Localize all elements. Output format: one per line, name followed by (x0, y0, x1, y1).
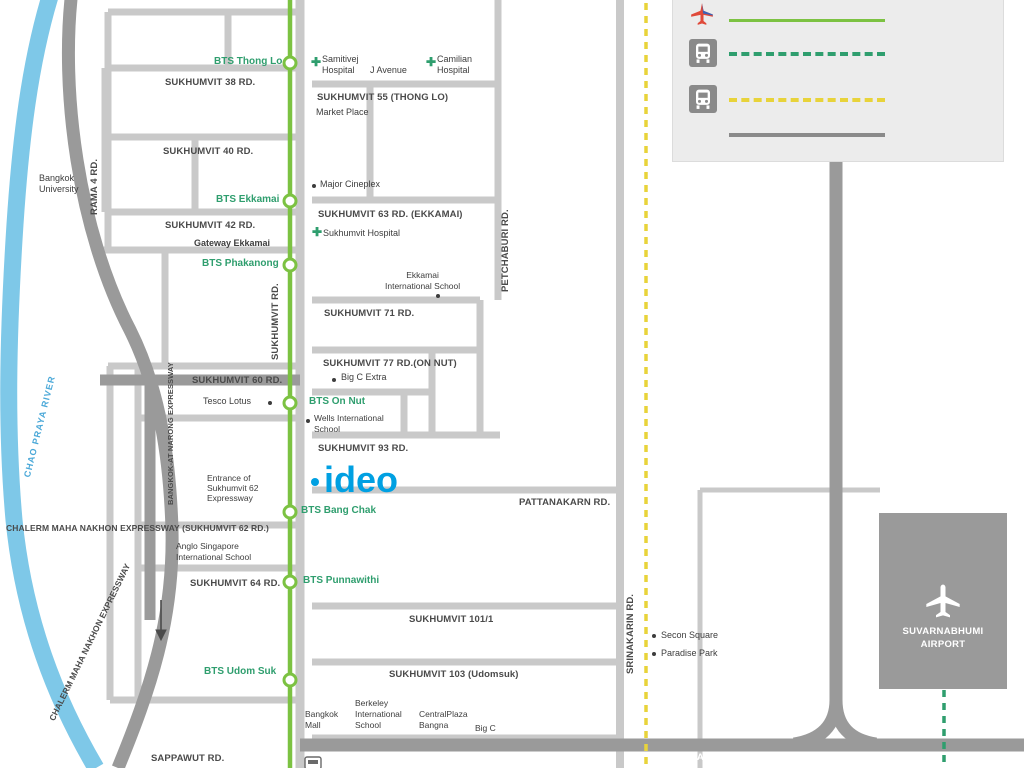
airplane-icon (687, 1, 717, 27)
road-label-pattanakarn: PATTANAKARN RD. (519, 497, 611, 508)
bts-station-label-on-nut[interactable]: BTS On Nut (309, 396, 365, 407)
bts-station-label-udom-suk[interactable]: BTS Udom Suk (204, 666, 276, 677)
road-label-rama-4: RAMA 4 RD. (89, 158, 100, 215)
road-label-burapha-withi: BURAPHA WITHI EXPRESSWAY (676, 752, 824, 763)
poi-wells-international-school: Wells International School (314, 413, 384, 434)
hospital-icon: ✚ (311, 55, 322, 69)
legend-line-monorail (729, 98, 885, 102)
road-label-sukhumvit-93: SUKHUMVIT 93 RD. (318, 443, 409, 454)
road-label-sukhumvit-38: SUKHUMVIT 38 RD. (165, 77, 256, 88)
poi-samitivej-hospital: Samitivej Hospital (322, 54, 359, 75)
bts-station-label-punnawithi[interactable]: BTS Punnawithi (303, 575, 379, 586)
poi-sukhumvit-hospital: Sukhumvit Hospital (323, 228, 401, 238)
road-label-sukhumvit-42: SUKHUMVIT 42 RD. (165, 220, 256, 231)
poi-paradise-park: Paradise Park (661, 648, 718, 658)
poi-ekkamai-international-school: Ekkamai International School (385, 270, 461, 291)
road-label-sukhumvit-71: SUKHUMVIT 71 RD. (324, 308, 415, 319)
ideo-project-logo: ideo (306, 458, 434, 505)
poi-market-place: Market Place (316, 107, 369, 117)
road-label-sukhumvit-40: SUKHUMVIT 40 RD. (163, 146, 254, 157)
road-label-sukhumvit-63: SUKHUMVIT 63 RD. (EKKAMAI) (318, 209, 463, 220)
legend-line-expressway (729, 133, 885, 137)
bts-station-label-phakanong[interactable]: BTS Phakanong (202, 258, 279, 269)
bts-station-label-ekkamai[interactable]: BTS Ekkamai (216, 194, 279, 205)
poi-bangkok-mall: Bangkok Mall (305, 709, 339, 730)
poi-anglo-singapore-international-school: Anglo Singapore International School (176, 541, 252, 562)
train-icon (689, 39, 717, 67)
poi-camilian-hospital: Camilian Hospital (437, 54, 473, 75)
road-label-srinakarin: SRINAKARIN RD. (625, 593, 636, 674)
suvarnabhumi-airport-block: SUVARNABHUMI AIRPORT (879, 513, 1007, 689)
road-label-sappawut: SAPPAWUT RD. (151, 753, 225, 764)
poi-dot (332, 378, 336, 382)
poi-dot (312, 184, 316, 188)
poi-secon-square: Secon Square (661, 630, 719, 640)
poi-berkeley-international-school: Berkeley International School (355, 698, 402, 730)
airport-name-line2: AIRPORT (920, 639, 966, 650)
poi-major-cineplex: Major Cineplex (320, 179, 381, 189)
road-label-sukhumvit-64: SUKHUMVIT 64 RD. (190, 578, 281, 589)
airport-name-line1: SUVARNABHUMI (902, 626, 984, 637)
train-icon (689, 85, 717, 113)
hospital-icon: ✚ (426, 55, 437, 69)
train-marker-icon (304, 756, 322, 768)
road-label-chalerm-maha-nakhon-sukhumvit-62: CHALERM MAHA NAKHON EXPRESSWAY (SUKHUMVI… (6, 523, 269, 533)
road-label-petchaburi: PETCHABURI RD. (500, 209, 511, 292)
poi-big-c-extra: Big C Extra (341, 372, 387, 382)
poi-gateway-ekkamai: Gateway Ekkamai (194, 238, 271, 248)
road-label-sukhumvit-55: SUKHUMVIT 55 (THONG LO) (317, 92, 449, 103)
poi-big-c: Big C (475, 723, 496, 733)
poi-dot (268, 401, 272, 405)
poi-centralplaza-bangna: CentralPlaza Bangna (419, 709, 468, 730)
poi-dot (652, 634, 656, 638)
poi-dot (436, 294, 440, 298)
poi-dot (652, 652, 656, 656)
road-label-sukhumvit-rd: SUKHUMVIT RD. (270, 283, 281, 360)
poi-j-avenue: J Avenue (370, 65, 407, 75)
poi-dot (306, 419, 310, 423)
bts-station-label-bang-chak[interactable]: BTS Bang Chak (301, 505, 376, 516)
bts-station-label-thong-lo[interactable]: BTS Thong Lo (214, 56, 282, 67)
poi-tesco-lotus: Tesco Lotus (203, 396, 252, 406)
legend-line-light-rail (729, 52, 885, 56)
airport-name: SUVARNABHUMI AIRPORT (879, 625, 1007, 651)
poi-bangkok-university: Bangkok University (39, 173, 79, 194)
map-legend: BTS Extension Line (Samrong-Samutprakran… (672, 0, 1004, 162)
airplane-icon (923, 581, 963, 626)
road-label-sukhumvit-101-1: SUKHUMVIT 101/1 (409, 614, 494, 625)
legend-line-bts-extension (729, 19, 885, 22)
road-label-bangkok-at-narong-expressway: BANGKOK-AT NARONG EXPRESSWAY (166, 362, 175, 505)
ideo-logo-text: ideo (324, 459, 398, 500)
road-label-sukhumvit-77: SUKHUMVIT 77 RD.(ON NUT) (323, 358, 457, 369)
hospital-icon: ✚ (312, 225, 323, 239)
road-label-sukhumvit-60: SUKHUMVIT 60 RD. (192, 375, 283, 386)
road-label-sukhumvit-103: SUKHUMVIT 103 (Udomsuk) (389, 669, 519, 680)
poi-entrance-sukhumvit-62-expressway: Entrance of Sukhumvit 62 Expressway (207, 473, 259, 503)
